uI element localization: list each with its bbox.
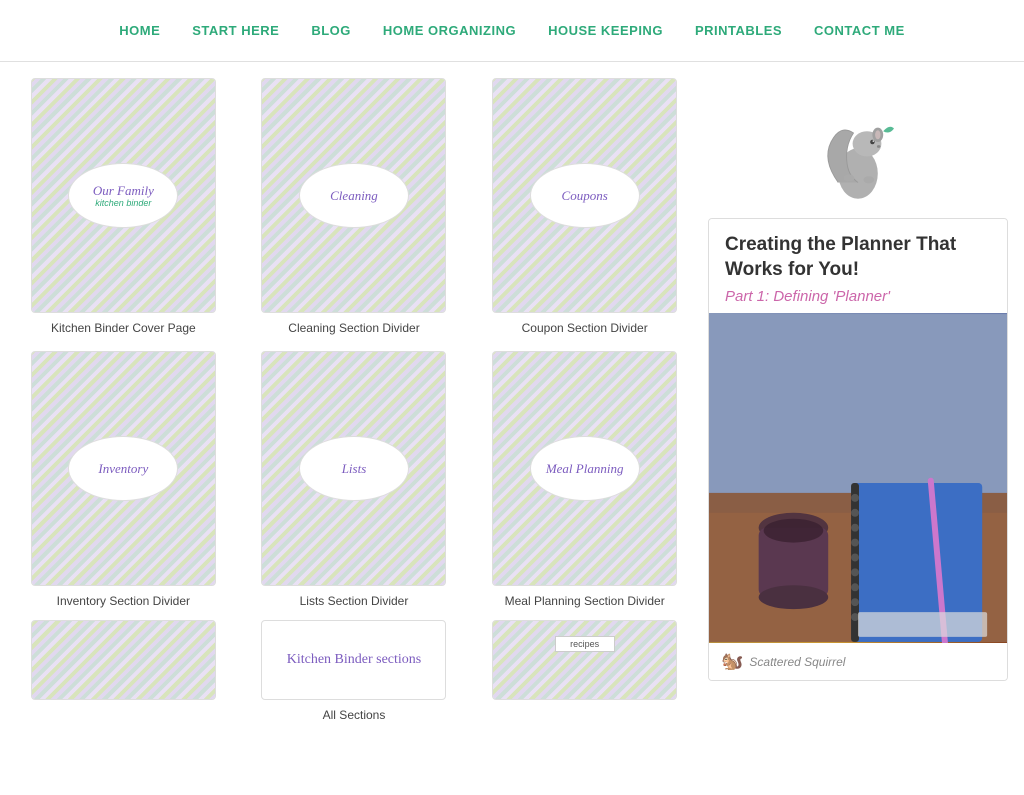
main-content: Our Family kitchen binder Kitchen Binder… (16, 78, 692, 779)
card-title-cleaning: Cleaning Section Divider (288, 321, 419, 335)
recipes-label: recipes (555, 636, 615, 652)
nav-house-keeping[interactable]: HOUSE KEEPING (548, 23, 663, 38)
promo-card[interactable]: Creating the Planner That Works for You!… (708, 218, 1008, 681)
bottom-thumbnail-1 (31, 620, 216, 700)
squirrel-icon (813, 96, 903, 206)
binder-oval-kitchen: Our Family kitchen binder (68, 163, 178, 228)
promo-subtitle: Part 1: Defining 'Planner' (725, 288, 991, 305)
promo-header: Creating the Planner That Works for You!… (709, 219, 1007, 313)
bottom-thumbnail-3: recipes (492, 620, 677, 700)
binder-card-cleaning[interactable]: Cleaning Cleaning Section Divider (247, 78, 462, 335)
binder-thumbnail-kitchen: Our Family kitchen binder (31, 78, 216, 313)
sections-prefix: Kitchen Binder (287, 652, 376, 667)
oval-main-label: Coupons (562, 188, 608, 204)
binder-thumbnail-lists: Lists (261, 351, 446, 586)
promo-title: Creating the Planner That Works for You! (725, 233, 991, 282)
binder-card-coupons[interactable]: Coupons Coupon Section Divider (477, 78, 692, 335)
binder-thumbnail-meal-planning: Meal Planning (492, 351, 677, 586)
promo-image (709, 313, 1007, 643)
binder-grid: Our Family kitchen binder Kitchen Binder… (16, 78, 692, 608)
sections-suffix: sections (376, 652, 421, 667)
oval-main-label: Lists (342, 461, 367, 477)
binder-thumbnail-inventory: Inventory (31, 351, 216, 586)
oval-sub-label: kitchen binder (95, 198, 151, 208)
card-title-coupons: Coupon Section Divider (522, 321, 648, 335)
nav-home[interactable]: HOME (119, 23, 160, 38)
all-sections-label: All Sections (323, 708, 386, 722)
bottom-card-sections[interactable]: Kitchen Binder sections All Sections (247, 620, 462, 722)
promo-footer-text: Scattered Squirrel (749, 655, 845, 669)
binder-card-lists[interactable]: Lists Lists Section Divider (247, 351, 462, 608)
card-title-meal-planning: Meal Planning Section Divider (505, 594, 665, 608)
nav-home-organizing[interactable]: HOME ORGANIZING (383, 23, 516, 38)
sections-card: Kitchen Binder sections (261, 620, 446, 700)
chevron-bg (32, 621, 215, 699)
bottom-row: Kitchen Binder sections All Sections rec… (16, 620, 692, 722)
bottom-card-1[interactable] (16, 620, 231, 722)
card-title-inventory: Inventory Section Divider (57, 594, 190, 608)
oval-main-label: Meal Planning (546, 461, 624, 477)
binder-oval-inventory: Inventory (68, 436, 178, 501)
binder-oval-meal-planning: Meal Planning (530, 436, 640, 501)
binder-oval-cleaning: Cleaning (299, 163, 409, 228)
squirrel-area (708, 78, 1008, 218)
binder-thumbnail-cleaning: Cleaning (261, 78, 446, 313)
card-title-kitchen: Kitchen Binder Cover Page (51, 321, 196, 335)
nav-start-here[interactable]: START HERE (192, 23, 279, 38)
oval-main-label: Cleaning (330, 188, 378, 204)
oval-main-label: Inventory (98, 461, 148, 477)
nav-printables[interactable]: PRINTABLES (695, 23, 782, 38)
promo-footer: 🐿️ Scattered Squirrel (709, 643, 1007, 680)
oval-main-label: Our Family (93, 183, 154, 199)
card-title-lists: Lists Section Divider (300, 594, 409, 608)
bottom-card-3[interactable]: recipes (477, 620, 692, 722)
nav-blog[interactable]: BLOG (311, 23, 351, 38)
binder-oval-coupons: Coupons (530, 163, 640, 228)
binder-card-kitchen[interactable]: Our Family kitchen binder Kitchen Binder… (16, 78, 231, 335)
main-nav: HOME START HERE BLOG HOME ORGANIZING HOU… (0, 0, 1024, 62)
binder-oval-lists: Lists (299, 436, 409, 501)
binder-card-inventory[interactable]: Inventory Inventory Section Divider (16, 351, 231, 608)
sidebar: Creating the Planner That Works for You!… (708, 78, 1008, 779)
sections-title: Kitchen Binder sections (287, 652, 422, 668)
chevron-bg (493, 621, 676, 699)
nav-contact[interactable]: CONTACT ME (814, 23, 905, 38)
squirrel-footer-icon: 🐿️ (721, 651, 743, 672)
binder-card-meal-planning[interactable]: Meal Planning Meal Planning Section Divi… (477, 351, 692, 608)
binder-thumbnail-coupons: Coupons (492, 78, 677, 313)
page-wrapper: Our Family kitchen binder Kitchen Binder… (0, 62, 1024, 795)
